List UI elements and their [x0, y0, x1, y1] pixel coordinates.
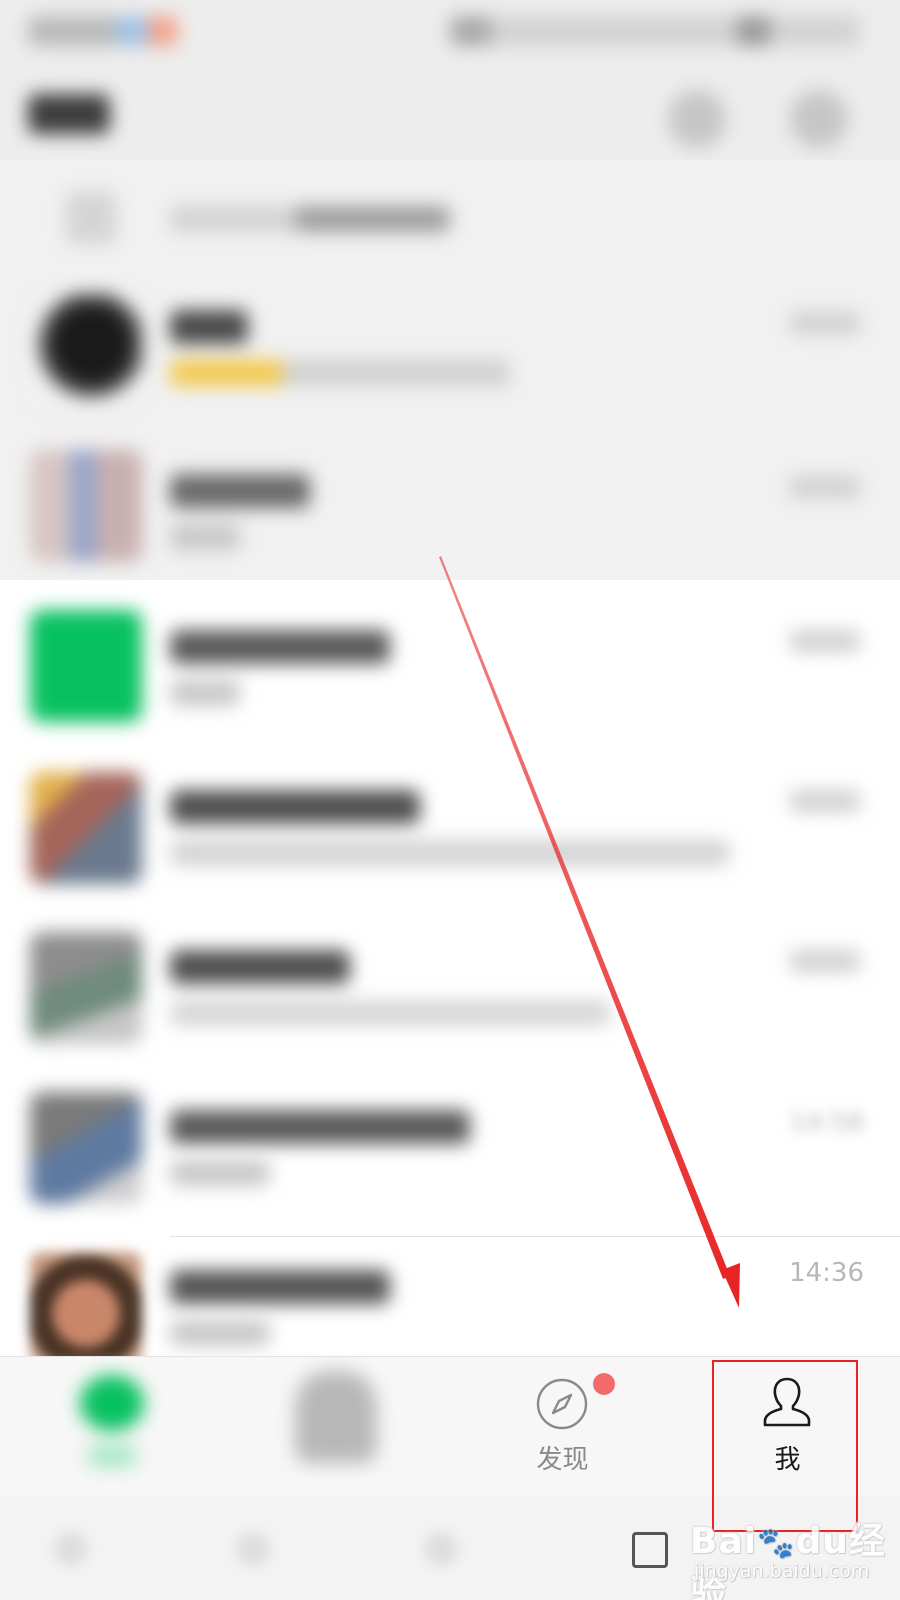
- watermark: Bai🐾du经验 jingyan.baidu.com: [690, 1512, 890, 1600]
- arrow-head: [722, 1263, 740, 1308]
- arrow-shaft: [439, 556, 730, 1279]
- highlight-box: [712, 1360, 858, 1532]
- watermark-logo: Bai🐾du经验: [690, 1521, 886, 1600]
- watermark-url: jingyan.baidu.com: [694, 1560, 870, 1582]
